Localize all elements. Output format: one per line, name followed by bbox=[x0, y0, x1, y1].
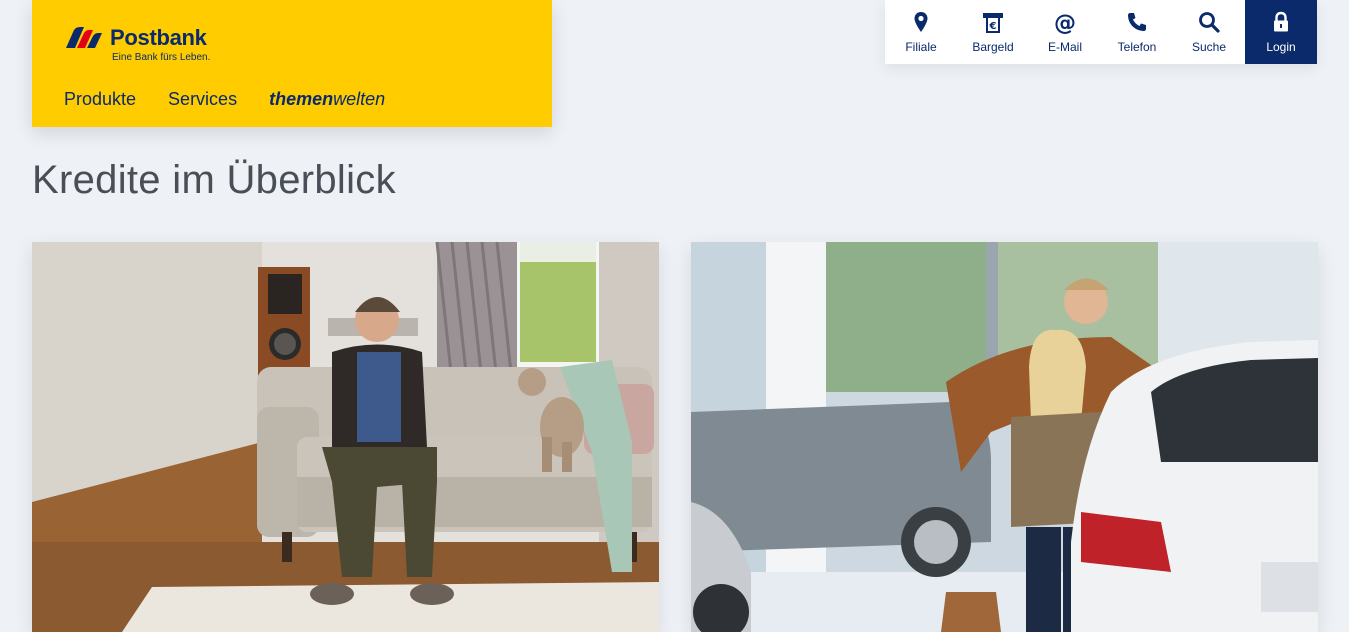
brand-header: Postbank Eine Bank fürs Leben. Produkte … bbox=[32, 0, 552, 127]
location-pin-icon bbox=[914, 12, 928, 32]
svg-text:€: € bbox=[989, 21, 997, 32]
credit-card-teaser-1[interactable] bbox=[32, 242, 659, 632]
main-navigation: Produkte Services themenwelten bbox=[64, 88, 385, 110]
svg-text:@: @ bbox=[1054, 11, 1076, 34]
nav-item-themenwelten-rest: welten bbox=[333, 89, 386, 109]
quick-link-filiale[interactable]: Filiale bbox=[885, 0, 957, 64]
login-button[interactable]: Login bbox=[1245, 0, 1317, 64]
quick-link-label: Suche bbox=[1191, 40, 1227, 54]
quick-link-bargeld[interactable]: € Bargeld bbox=[957, 0, 1029, 64]
car-showroom-photo bbox=[691, 242, 1318, 632]
search-icon bbox=[1199, 12, 1220, 33]
nav-item-themenwelten[interactable]: themenwelten bbox=[269, 88, 385, 110]
quick-link-label: Login bbox=[1266, 40, 1296, 54]
postbank-logo[interactable]: Postbank Eine Bank fürs Leben. bbox=[64, 26, 210, 63]
nav-item-services[interactable]: Services bbox=[168, 88, 237, 110]
postbank-logo-mark-icon bbox=[66, 27, 102, 48]
quick-link-email[interactable]: @ E-Mail bbox=[1029, 0, 1101, 64]
quick-link-telefon[interactable]: Telefon bbox=[1101, 0, 1173, 64]
quick-link-suche[interactable]: Suche bbox=[1173, 0, 1245, 64]
page-title: Kredite im Überblick bbox=[32, 158, 396, 202]
brand-slogan: Eine Bank fürs Leben. bbox=[112, 52, 211, 63]
credit-card-teaser-2[interactable] bbox=[691, 242, 1318, 632]
quick-link-label: Bargeld bbox=[972, 40, 1014, 54]
quick-link-label: E-Mail bbox=[1047, 40, 1082, 54]
quick-link-label: Telefon bbox=[1117, 40, 1157, 54]
quick-links-bar: Filiale € Bargeld @ E-Mail Telefon Suche bbox=[885, 0, 1317, 64]
nav-item-themenwelten-bold: themen bbox=[269, 89, 334, 109]
lock-icon bbox=[1274, 11, 1288, 32]
quick-link-label: Filiale bbox=[905, 40, 937, 54]
living-room-photo bbox=[32, 242, 659, 632]
phone-icon bbox=[1128, 13, 1146, 31]
atm-euro-icon: € bbox=[983, 13, 1003, 33]
brand-name: Postbank bbox=[110, 25, 207, 50]
at-sign-icon: @ bbox=[1054, 11, 1076, 34]
nav-item-produkte[interactable]: Produkte bbox=[64, 88, 136, 110]
